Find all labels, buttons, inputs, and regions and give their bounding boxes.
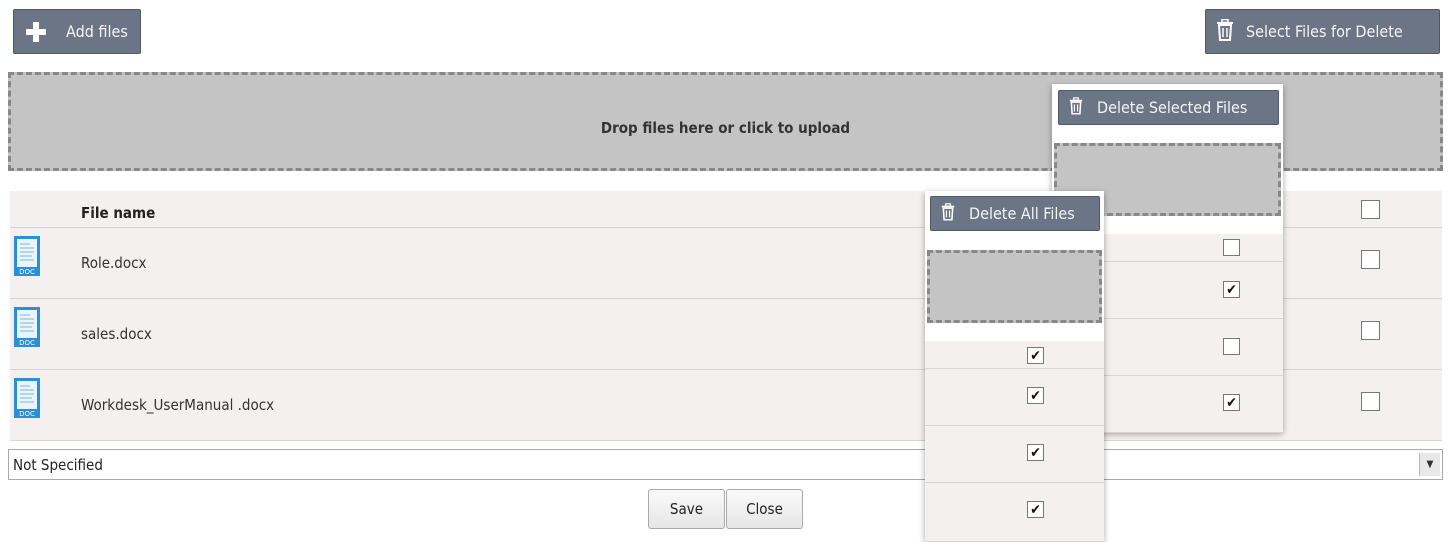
select-all-checkbox[interactable] bbox=[1361, 200, 1380, 219]
panel-dropzone[interactable] bbox=[927, 250, 1102, 323]
trash-icon bbox=[1216, 18, 1234, 45]
panel-checkbox[interactable]: ✔ bbox=[1027, 501, 1044, 518]
panel-row: ✔ bbox=[925, 369, 1104, 426]
svg-text:DOC: DOC bbox=[19, 410, 35, 418]
delete-all-files-label: Delete All Files bbox=[969, 204, 1075, 223]
panel-row: ✔ bbox=[925, 426, 1104, 483]
row-checkbox[interactable] bbox=[1361, 392, 1380, 411]
delete-selected-files-label: Delete Selected Files bbox=[1097, 98, 1248, 117]
plus-icon bbox=[26, 21, 46, 42]
doc-file-icon: DOC bbox=[14, 236, 40, 284]
category-select-value: Not Specified bbox=[13, 456, 103, 474]
close-button[interactable]: Close bbox=[726, 489, 803, 529]
trash-icon bbox=[941, 202, 955, 225]
delete-all-panel: Delete All Files ✔ ✔ ✔ ✔ bbox=[925, 191, 1104, 542]
panel-checkbox[interactable]: ✔ bbox=[1223, 281, 1240, 298]
column-header-file-name: File name bbox=[81, 204, 156, 222]
file-name: sales.docx bbox=[81, 325, 152, 343]
save-button[interactable]: Save bbox=[648, 489, 725, 529]
svg-text:DOC: DOC bbox=[19, 339, 35, 347]
panel-checkbox[interactable] bbox=[1223, 338, 1240, 355]
add-files-button[interactable]: Add files bbox=[13, 9, 141, 54]
select-files-for-delete-label: Select Files for Delete bbox=[1246, 22, 1403, 41]
trash-icon bbox=[1069, 96, 1083, 119]
file-name: Role.docx bbox=[81, 254, 147, 272]
select-files-for-delete-button[interactable]: Select Files for Delete bbox=[1205, 9, 1440, 54]
delete-all-files-button[interactable]: Delete All Files bbox=[930, 196, 1100, 231]
delete-selected-files-button[interactable]: Delete Selected Files bbox=[1058, 90, 1279, 125]
file-name: Workdesk_UserManual .docx bbox=[81, 396, 275, 414]
panel-checkbox[interactable]: ✔ bbox=[1027, 444, 1044, 461]
add-files-label: Add files bbox=[66, 22, 128, 41]
doc-file-icon: DOC bbox=[14, 307, 40, 355]
doc-file-icon: DOC bbox=[14, 378, 40, 426]
chevron-down-icon[interactable]: ▼ bbox=[1419, 453, 1440, 476]
panel-checkbox[interactable]: ✔ bbox=[1027, 347, 1044, 364]
svg-text:DOC: DOC bbox=[19, 268, 35, 276]
category-select[interactable]: Not Specified ▼ bbox=[8, 449, 1443, 480]
panel-row: ✔ bbox=[925, 341, 1104, 369]
row-checkbox[interactable] bbox=[1361, 250, 1380, 269]
panel-checkbox[interactable]: ✔ bbox=[1027, 387, 1044, 404]
panel-checkbox[interactable] bbox=[1223, 239, 1240, 256]
panel-checkbox[interactable]: ✔ bbox=[1223, 394, 1240, 411]
panel-row: ✔ bbox=[925, 483, 1104, 542]
row-checkbox[interactable] bbox=[1361, 321, 1380, 340]
